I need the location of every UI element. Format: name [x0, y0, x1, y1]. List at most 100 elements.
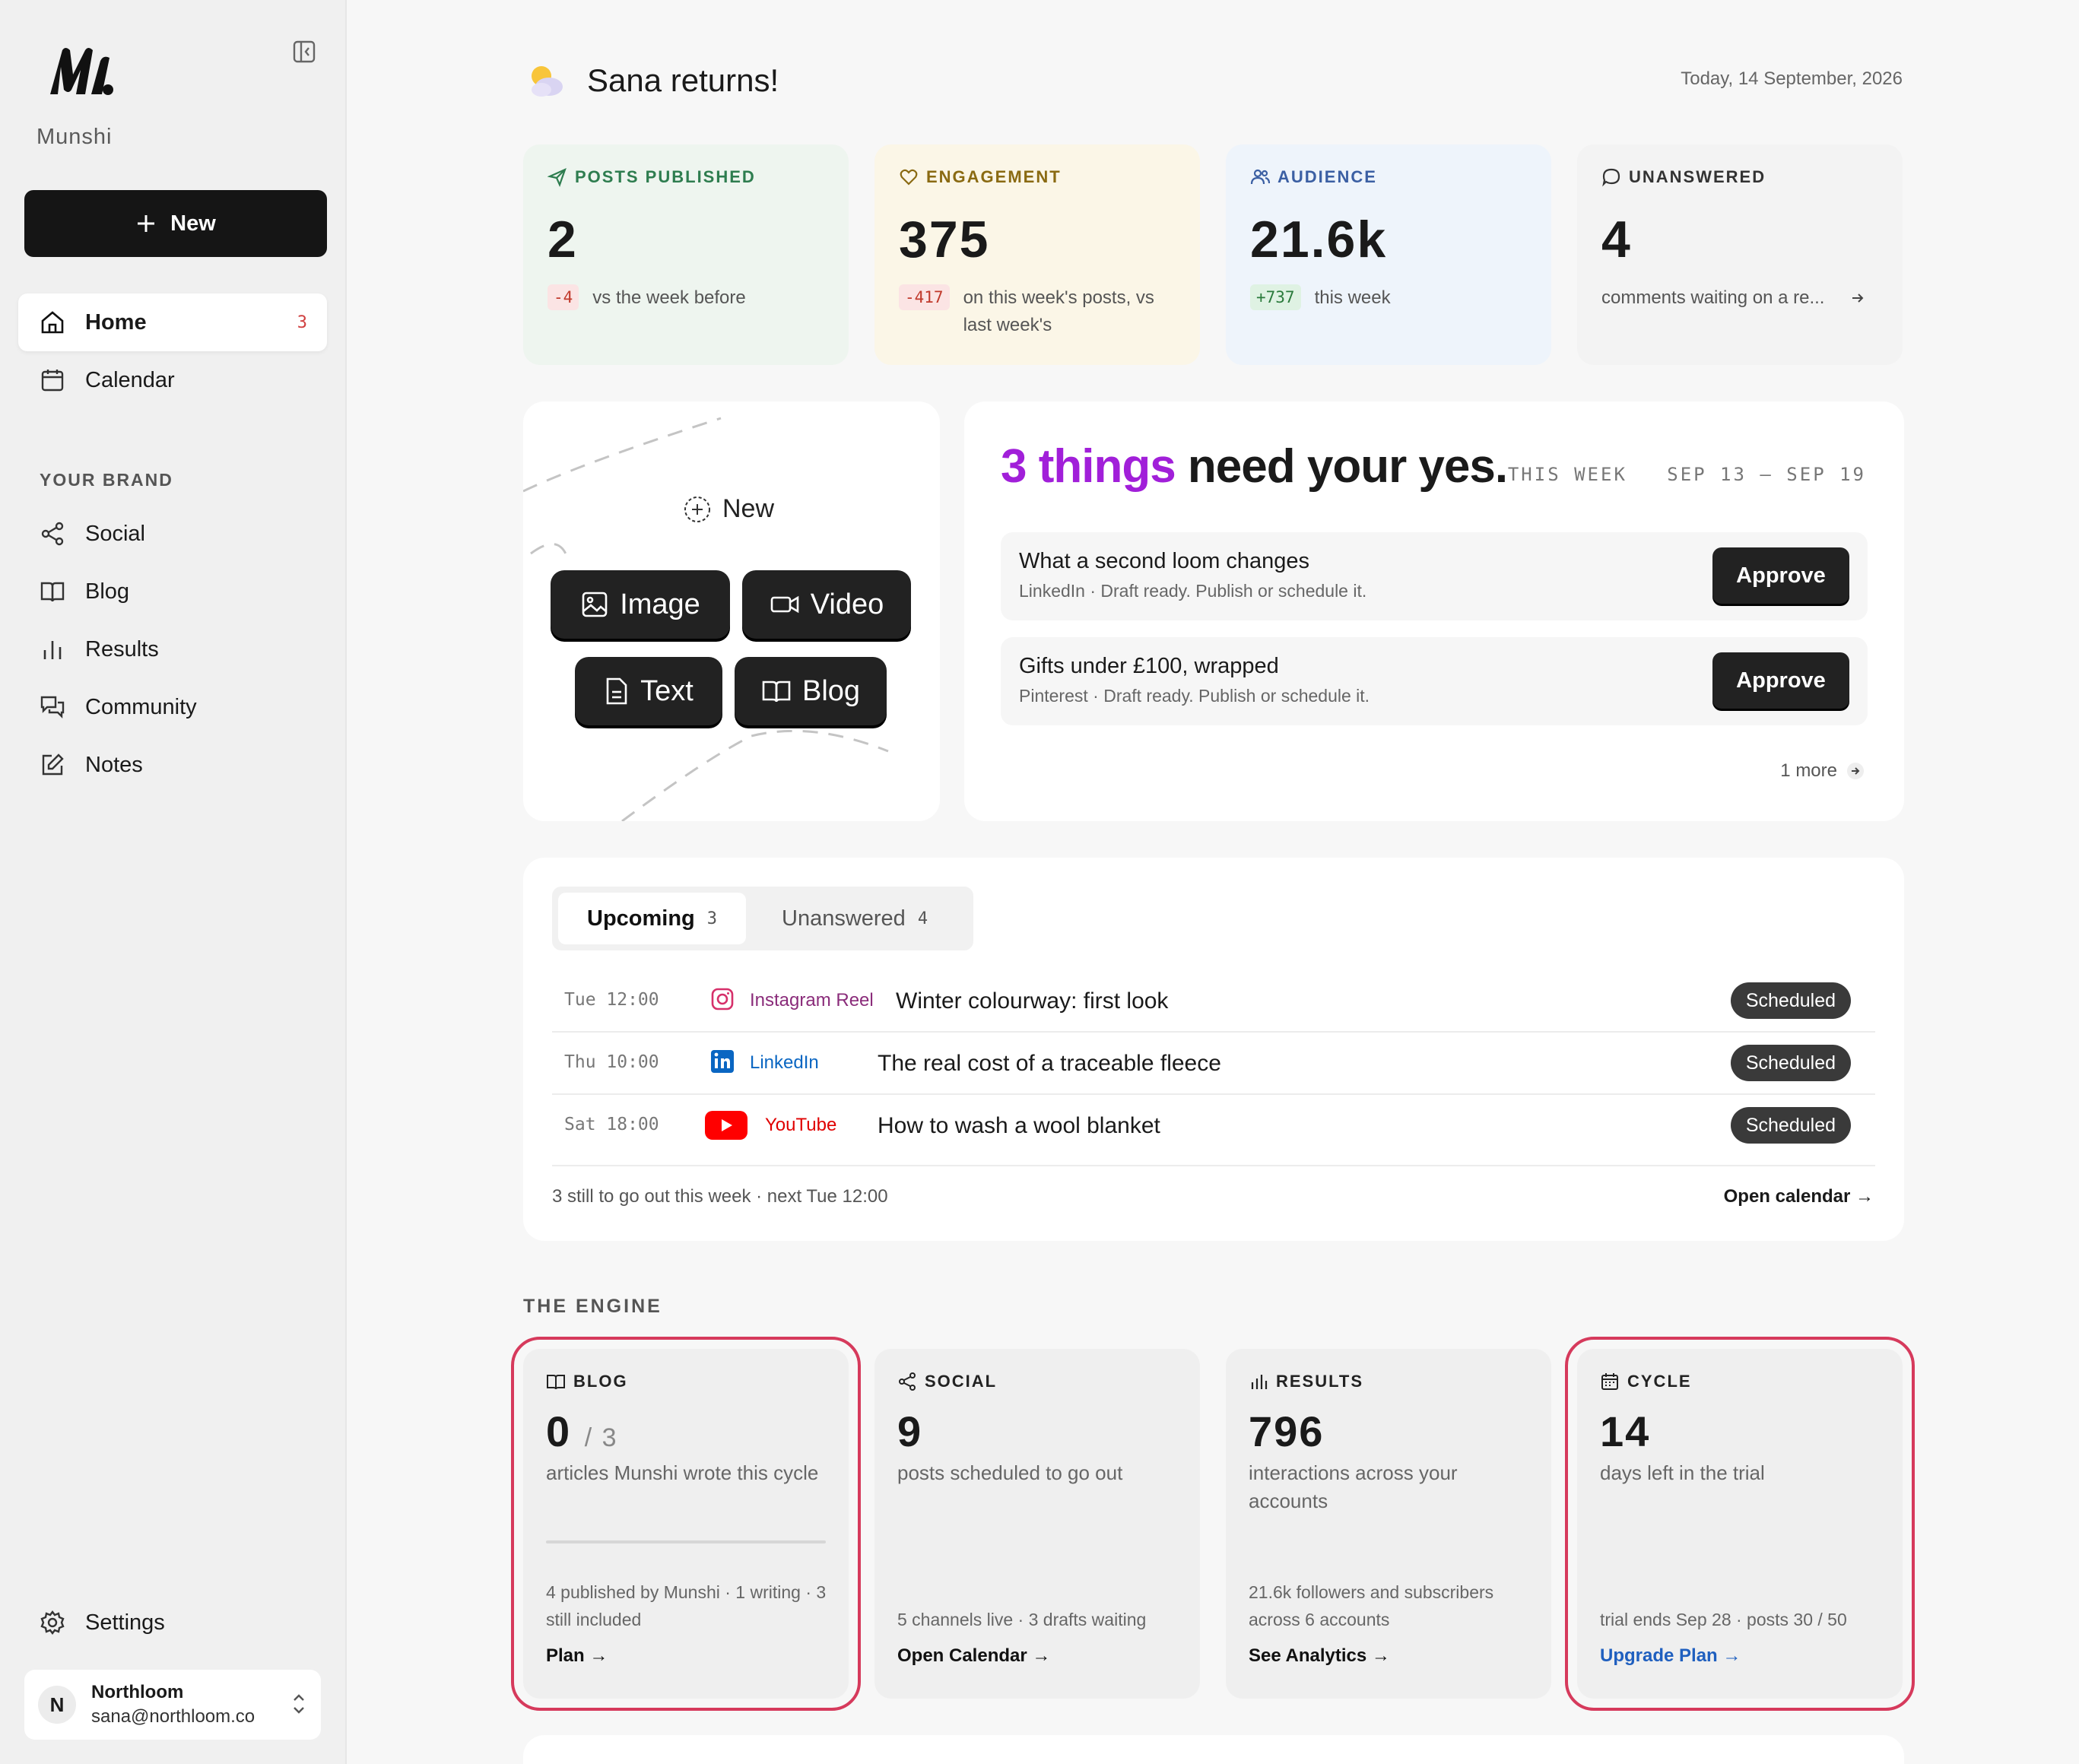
arrow-right-icon[interactable]: [1850, 284, 1865, 312]
arrow-right-circle-icon: [1846, 762, 1865, 780]
approve-button[interactable]: Approve: [1712, 547, 1849, 604]
schedule-title: Winter colourway: first look: [896, 988, 1169, 1014]
engine-card-label: RESULTS: [1249, 1372, 1528, 1391]
open-calendar-link[interactable]: Open calendar →: [1724, 1186, 1874, 1207]
schedule-row[interactable]: Sat 18:00 YouTube How to wash a wool bla…: [552, 1095, 1875, 1166]
sidebar-item-label: Settings: [85, 1610, 165, 1635]
engine-card-label: CYCLE: [1600, 1372, 1880, 1391]
engine-card-value: 796: [1249, 1407, 1325, 1455]
new-button-label: New: [170, 211, 216, 236]
stat-label: AUDIENCE: [1250, 167, 1527, 187]
stat-sub: -4 vs the week before: [548, 284, 824, 312]
munshi-logo[interactable]: [47, 44, 116, 99]
approvals-panel: 3 things need your yes. THIS WEEK SEP 13…: [964, 401, 1904, 821]
new-button[interactable]: New: [24, 190, 327, 257]
create-video-button[interactable]: Video: [742, 570, 911, 639]
speech-bubble-icon: [1601, 167, 1621, 187]
open-calendar-link[interactable]: Open Calendar →: [897, 1645, 1050, 1667]
youtube-icon: [704, 1110, 748, 1141]
engine-card-social: SOCIAL 9 posts scheduled to go out 5 cha…: [874, 1349, 1200, 1699]
stat-card-audience: AUDIENCE 21.6k +737 this week: [1226, 144, 1551, 365]
stat-sub: comments waiting on a re...: [1601, 284, 1878, 312]
engine-card-label: BLOG: [546, 1372, 826, 1391]
greeting-text: Sana returns!: [587, 62, 779, 98]
sidebar-item-home[interactable]: Home 3: [18, 293, 327, 351]
engine-card-foot: 5 channels live · 3 drafts waiting: [897, 1610, 1147, 1629]
chevron-up-down-icon: [290, 1691, 307, 1717]
stat-sub: -417 on this week's posts, vs last week'…: [899, 284, 1176, 339]
greeting: Sana returns!: [525, 59, 779, 102]
create-blog-button[interactable]: Blog: [735, 657, 887, 725]
stat-label: POSTS PUBLISHED: [548, 167, 824, 187]
schedule-row[interactable]: Tue 12:00 Instagram Reel Winter colourwa…: [552, 970, 1875, 1033]
schedule-platform: LinkedIn: [750, 1052, 819, 1073]
engine-section-label: THE ENGINE: [523, 1296, 662, 1317]
create-text-button[interactable]: Text: [575, 657, 722, 725]
schedule-time: Thu 10:00: [564, 1052, 659, 1072]
schedule-title: How to wash a wool blanket: [878, 1113, 1160, 1138]
sidebar-item-label: Home: [85, 309, 147, 335]
approval-item: What a second loom changes LinkedIn · Dr…: [1001, 532, 1868, 620]
sidebar-item-calendar[interactable]: Calendar: [18, 351, 327, 409]
engine-card-foot: 4 published by Munshi · 1 writing · 3 st…: [546, 1582, 827, 1629]
engine-card-desc: interactions across your accounts: [1249, 1461, 1458, 1512]
stat-value: 2: [548, 211, 578, 268]
tab-count: 3: [706, 909, 718, 928]
engine-card-desc: posts scheduled to go out: [897, 1461, 1123, 1484]
chat-bubbles-icon: [40, 694, 65, 720]
sidebar-item-blog[interactable]: Blog: [18, 563, 327, 620]
engine-card-desc: days left in the trial: [1600, 1461, 1765, 1484]
engine-card-results: RESULTS 796 interactions across your acc…: [1226, 1349, 1551, 1699]
bar-chart-icon: [40, 636, 65, 662]
section-label-your-brand: YOUR BRAND: [40, 470, 173, 490]
stat-label: ENGAGEMENT: [899, 167, 1176, 187]
approve-button[interactable]: Approve: [1712, 652, 1849, 709]
schedule-row[interactable]: Thu 10:00 LinkedIn The real cost of a tr…: [552, 1033, 1875, 1095]
book-icon: [761, 677, 792, 706]
tab-upcoming[interactable]: Upcoming 3: [558, 893, 747, 944]
approval-item-title: Gifts under £100, wrapped: [1019, 654, 1279, 678]
book-icon: [40, 579, 65, 604]
schedule-time: Tue 12:00: [564, 990, 659, 1010]
engine-card-cycle: CYCLE 14 days left in the trial trial en…: [1565, 1337, 1915, 1711]
instagram-icon: [709, 985, 736, 1013]
schedule-platform: Instagram Reel: [750, 990, 874, 1010]
tab-count: 4: [917, 909, 928, 928]
image-icon: [580, 590, 609, 619]
send-icon: [548, 167, 567, 187]
sidebar-item-notes[interactable]: Notes: [18, 736, 327, 794]
account-email: sana@northloom.co: [91, 1706, 256, 1727]
sidebar-item-community[interactable]: Community: [18, 678, 327, 736]
engine-card-value: 9: [897, 1407, 923, 1455]
account-name: Northloom: [91, 1682, 184, 1702]
delta-badge: +737: [1250, 284, 1301, 310]
engine-card-foot: trial ends Sep 28 · posts 30 / 50: [1600, 1610, 1847, 1629]
avatar: N: [38, 1686, 76, 1724]
create-content-panel: New Image Video Text Blog: [523, 401, 940, 821]
schedule-summary: 3 still to go out this week · next Tue 1…: [552, 1186, 888, 1207]
plus-icon: [135, 213, 157, 234]
see-analytics-link[interactable]: See Analytics →: [1249, 1645, 1390, 1667]
sidebar-item-settings[interactable]: Settings: [18, 1594, 327, 1651]
more-approvals-link[interactable]: 1 more: [1780, 760, 1865, 782]
calendar-icon: [40, 367, 65, 393]
sidebar-collapse-icon[interactable]: [292, 40, 319, 67]
sidebar-item-social[interactable]: Social: [18, 505, 327, 563]
tab-unanswered[interactable]: Unanswered 4: [753, 893, 957, 944]
stat-card-unanswered[interactable]: UNANSWERED 4 comments waiting on a re...: [1577, 144, 1903, 365]
stat-value: 375: [899, 211, 990, 268]
engine-card-blog: BLOG 0 / 3 articles Munshi wrote this cy…: [511, 1337, 861, 1711]
upgrade-plan-link[interactable]: Upgrade Plan →: [1600, 1645, 1741, 1667]
approval-item: Gifts under £100, wrapped Pinterest · Dr…: [1001, 637, 1868, 725]
sidebar-item-results[interactable]: Results: [18, 620, 327, 678]
create-image-button[interactable]: Image: [551, 570, 730, 639]
plan-link[interactable]: Plan →: [546, 1645, 608, 1667]
engine-card-foot: 21.6k followers and subscribers across 6…: [1249, 1582, 1494, 1629]
heart-icon: [899, 167, 919, 187]
home-count-badge: 3: [297, 313, 307, 332]
schedule-time: Sat 18:00: [564, 1115, 659, 1134]
account-switcher[interactable]: N Northloom sana@northloom.co: [24, 1670, 321, 1740]
schedule-panel: Upcoming 3 Unanswered 4 Tue 12:00 Instag…: [523, 858, 1904, 1241]
video-camera-icon: [770, 590, 800, 619]
engine-card-value: 0 / 3: [546, 1407, 618, 1455]
